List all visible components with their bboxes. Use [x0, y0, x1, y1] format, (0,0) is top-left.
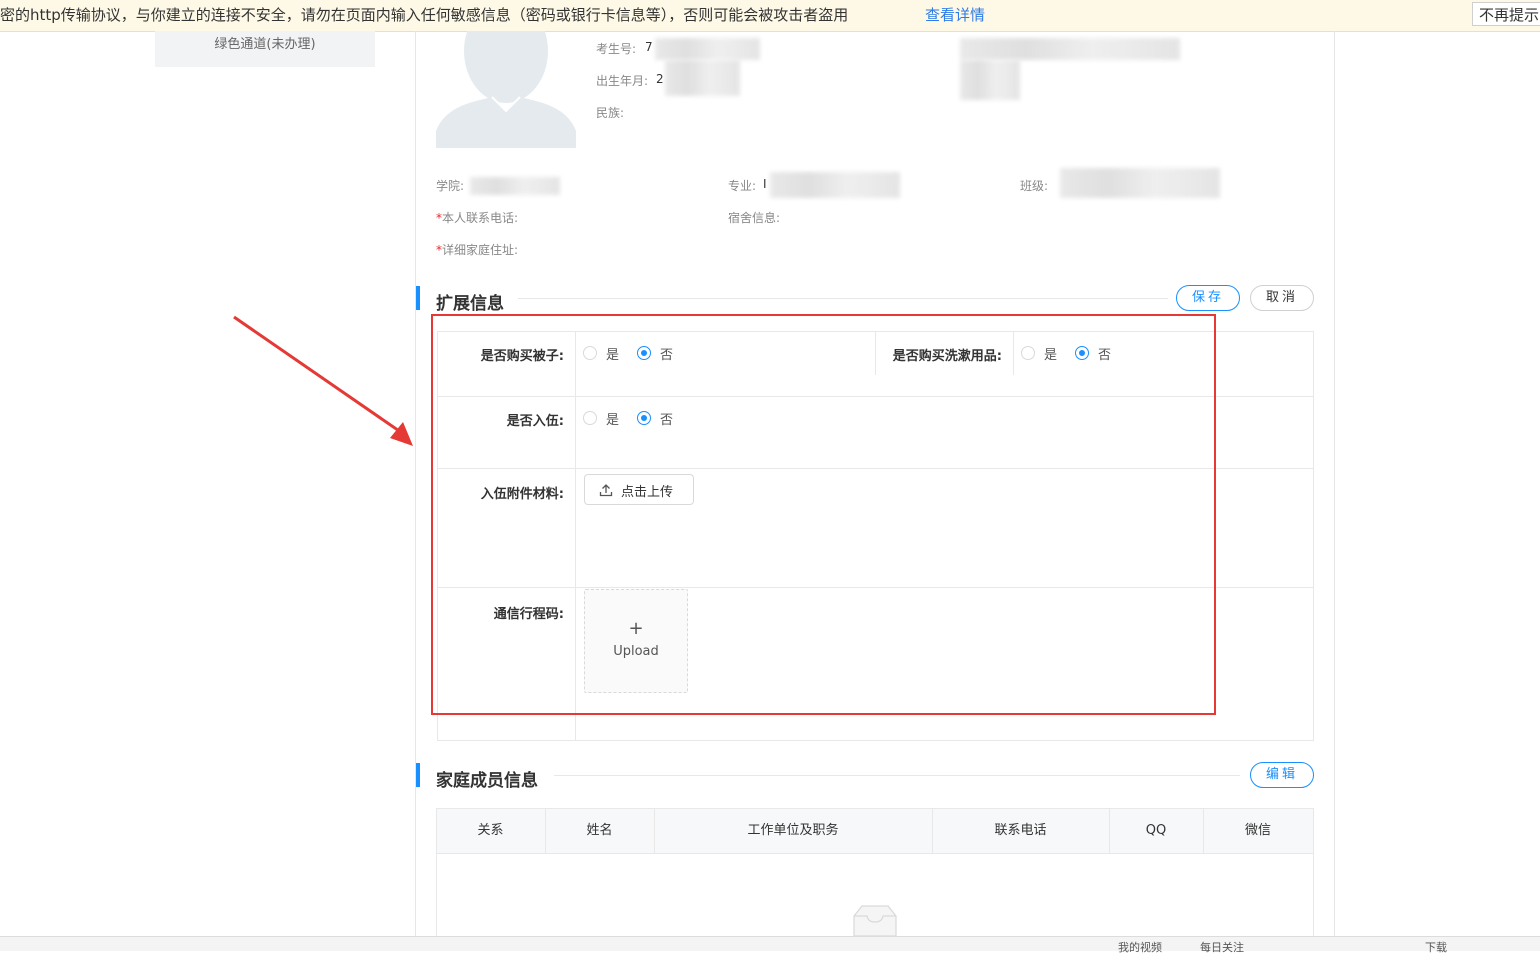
dont-show-again-button[interactable]: 不再提示 [1472, 2, 1540, 26]
redacted-class [1060, 168, 1220, 198]
phone-label: *本人联系电话: [436, 211, 519, 225]
exam-number-label: 考生号: [596, 42, 637, 56]
grid-line [437, 740, 1314, 741]
grid-line [1313, 854, 1314, 936]
redacted-birth-date [665, 60, 740, 96]
col-qq: QQ [1145, 823, 1167, 838]
redacted-major [770, 172, 900, 198]
section-divider [518, 298, 1168, 299]
college-label: 学院: [436, 179, 465, 193]
sidebar-item-green-channel[interactable]: 绿色通道(未办理) [155, 31, 375, 67]
col-phone: 联系电话 [994, 823, 1047, 838]
col-wechat: 微信 [1244, 823, 1271, 838]
redacted-exam-number [655, 38, 760, 60]
status-download[interactable]: 下载 [1425, 939, 1447, 955]
status-my-videos[interactable]: 我的视频 [1118, 939, 1162, 955]
col-name: 姓名 [586, 823, 613, 838]
exam-number-value: 7 [645, 40, 653, 54]
avatar [436, 0, 576, 148]
annotation-arrow [233, 315, 413, 446]
redacted-id [960, 60, 1020, 100]
address-label: *详细家庭住址: [436, 243, 519, 257]
section-divider [554, 775, 1240, 776]
class-label: 班级: [1020, 179, 1049, 193]
security-warning-text: 密的http传输协议，与你建立的连接不安全，请勿在页面内输入任何敏感信息（密码或… [0, 6, 849, 24]
browser-status-bar [0, 936, 1540, 951]
cancel-button[interactable]: 取消 [1250, 285, 1314, 311]
col-workplace: 工作单位及职务 [747, 823, 839, 838]
birth-date-label: 出生年月: [596, 74, 649, 88]
dorm-label: 宿舍信息: [728, 211, 781, 225]
birth-date-value: 2 [656, 72, 664, 86]
annotation-highlight-box [431, 314, 1216, 715]
ethnicity-label: 民族: [596, 106, 625, 120]
edit-family-button[interactable]: 编辑 [1250, 762, 1314, 788]
extended-info-title: 扩展信息 [436, 294, 504, 314]
content-left-border [415, 31, 416, 941]
grid-line [436, 854, 437, 936]
empty-box-icon [853, 905, 897, 936]
grid-line [1313, 331, 1314, 741]
col-relation: 关系 [477, 823, 504, 838]
major-value: I [763, 177, 767, 191]
section-marker [416, 286, 420, 310]
section-marker [416, 763, 420, 787]
redacted-name [960, 38, 1180, 60]
content-right-border [1334, 31, 1335, 941]
save-button[interactable]: 保存 [1176, 285, 1240, 311]
redacted-college [470, 177, 560, 195]
major-label: 专业: [728, 179, 757, 193]
family-info-title: 家庭成员信息 [436, 771, 538, 791]
status-daily-focus[interactable]: 每日关注 [1200, 939, 1244, 955]
view-details-link[interactable]: 查看详情 [925, 4, 985, 25]
